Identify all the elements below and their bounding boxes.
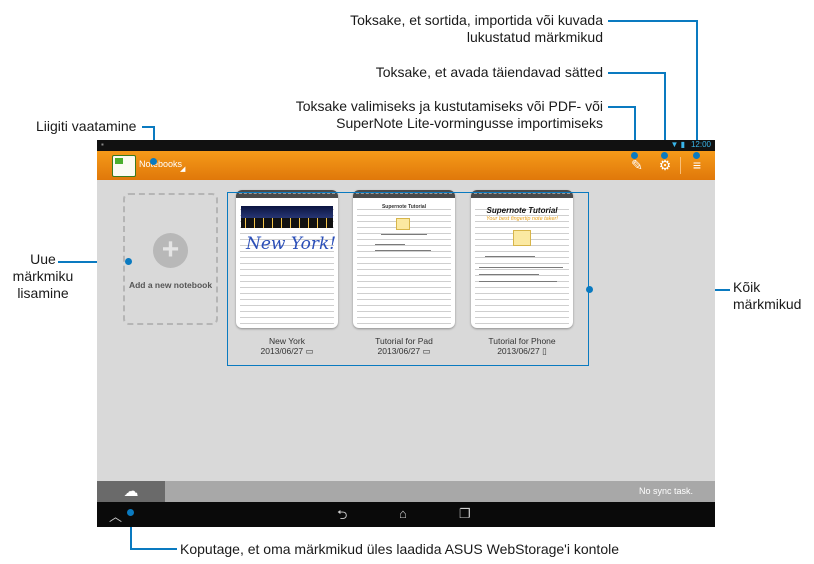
callout-select-line2: SuperNote Lite-vormingusse importimiseks bbox=[336, 115, 603, 131]
hide-keyboard-icon[interactable]: ︿ bbox=[109, 506, 122, 525]
callout-dot-sort bbox=[693, 152, 700, 159]
connector-settings bbox=[608, 72, 665, 74]
add-notebook-button[interactable]: + Add a new notebook bbox=[123, 193, 218, 325]
navigation-bar: ︿ ⮌ ⌂ ❐ bbox=[97, 502, 715, 527]
callout-select-text: Toksake valimiseks ja kustutamiseks või … bbox=[250, 98, 603, 132]
connector-sort-v bbox=[696, 20, 698, 155]
callout-dot-upload bbox=[127, 509, 134, 516]
callout-dot-add bbox=[125, 258, 132, 265]
callout-add-line2: märkmiku bbox=[12, 268, 74, 284]
dropdown-arrow-icon: ◢ bbox=[180, 166, 186, 173]
callout-sort-line2: lukustatud märkmikud bbox=[466, 29, 603, 45]
callout-select-line1: Toksake valimiseks ja kustutamiseks või … bbox=[295, 98, 603, 114]
add-notebook-label: Add a new notebook bbox=[128, 280, 213, 290]
view-type-dropdown[interactable]: Notebooks bbox=[139, 159, 182, 169]
notification-icon: ▪ bbox=[101, 140, 104, 149]
sync-status: No sync task. bbox=[638, 486, 693, 496]
callout-dot-select bbox=[631, 152, 638, 159]
callout-add-text: Uue märkmiku lisamine bbox=[8, 251, 78, 302]
callout-sort-text: Toksake, et sortida, importida või kuvad… bbox=[317, 12, 603, 46]
callout-all-line1: Kõik bbox=[733, 279, 761, 295]
callout-all-line2: märkmikud bbox=[733, 296, 802, 312]
webstorage-sync-button[interactable]: ☁ bbox=[97, 481, 165, 502]
callout-add-line3: lisamine bbox=[17, 285, 69, 301]
all-notebooks-highlight bbox=[227, 192, 589, 366]
status-bar: ▪ ▼ ▮ 12:00 bbox=[97, 140, 715, 151]
recent-apps-icon[interactable]: ❐ bbox=[459, 506, 471, 522]
wifi-battery-icon: ▼ ▮ bbox=[670, 140, 685, 149]
cloud-gear-icon: ☁ bbox=[123, 483, 139, 500]
connector-sort bbox=[608, 20, 697, 22]
connector-upload bbox=[130, 548, 177, 550]
callout-all-text: Kõik märkmikud bbox=[733, 279, 801, 313]
callout-dot-settings bbox=[661, 152, 668, 159]
callout-sort-line1: Toksake, et sortida, importida või kuvad… bbox=[350, 12, 603, 28]
tablet-screen: ▪ ▼ ▮ 12:00 Notebooks ◢ ✎ ⚙ ≡ + Add a ne… bbox=[97, 140, 715, 527]
sync-bar: ☁ No sync task. bbox=[97, 481, 715, 502]
action-separator bbox=[680, 157, 681, 174]
callout-dot-all bbox=[586, 286, 593, 293]
callout-dot-view bbox=[150, 158, 157, 165]
status-time: 12:00 bbox=[690, 140, 711, 149]
callout-upload-text: Koputage, et oma märkmikud üles laadida … bbox=[180, 541, 619, 557]
plus-icon: + bbox=[153, 233, 188, 268]
supernote-app-icon[interactable] bbox=[112, 155, 136, 177]
callout-view-text: Liigiti vaatamine bbox=[36, 118, 137, 134]
action-bar: Notebooks ◢ ✎ ⚙ ≡ bbox=[97, 151, 715, 180]
connector-select bbox=[608, 106, 635, 108]
back-icon[interactable]: ⮌ bbox=[337, 506, 347, 528]
callout-settings-text: Toksake, et avada täiendavad sätted bbox=[375, 64, 603, 80]
callout-add-line1: Uue bbox=[30, 251, 56, 267]
home-icon[interactable]: ⌂ bbox=[399, 506, 407, 521]
